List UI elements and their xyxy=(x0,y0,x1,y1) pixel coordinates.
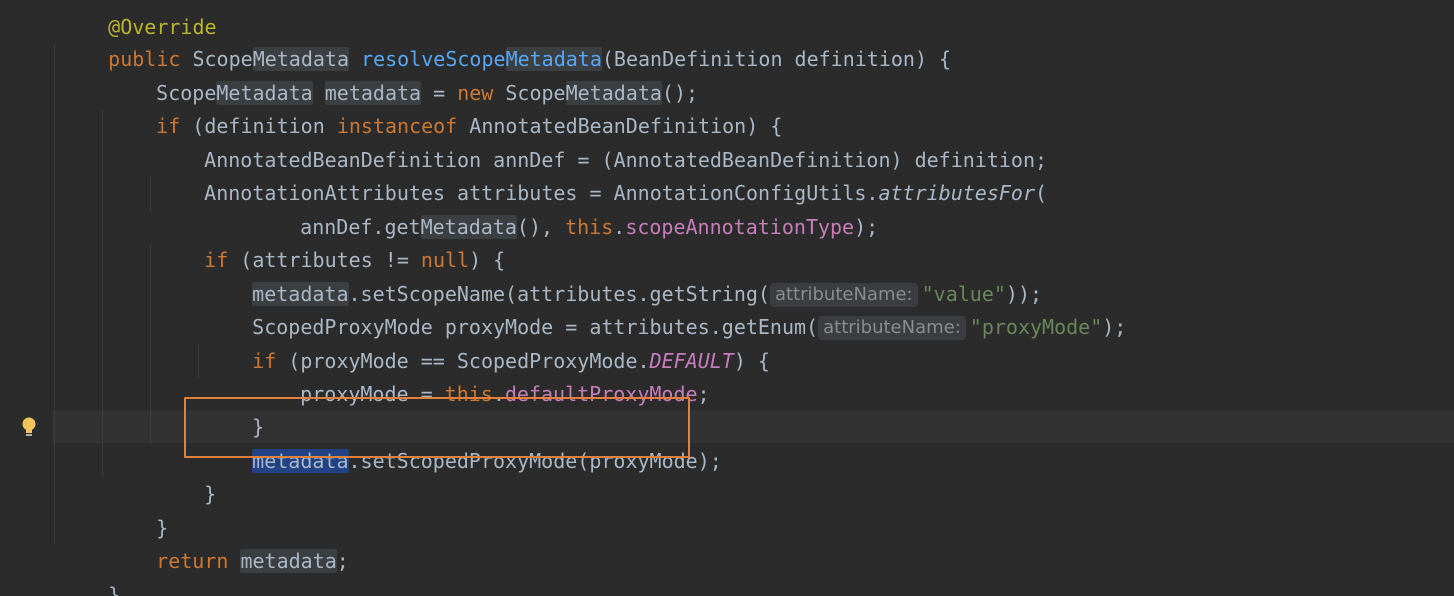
code-line-if-default: if (proxyMode == ScopedProxyMode.DEFAULT… xyxy=(204,312,770,373)
string-proxymode: "proxyMode" xyxy=(969,315,1103,339)
indent-guide xyxy=(150,244,151,444)
if-condition-end: ) { xyxy=(733,349,770,373)
code-line-method-signature: public ScopeMetadata resolveScopeMetadat… xyxy=(60,10,951,71)
code-line-return: return metadata; xyxy=(108,512,349,573)
dot: . xyxy=(613,215,626,239)
indent-guide xyxy=(150,176,151,212)
code-line-if-not-null: if (attributes != null) { xyxy=(156,211,505,272)
code-line-setscopename: metadata.setScopeName(attributes.getStri… xyxy=(204,245,1042,307)
semicolon: ; xyxy=(697,382,710,406)
parameter-hint: attributeName: xyxy=(818,316,966,340)
lightbulb-icon[interactable] xyxy=(20,416,38,438)
code-line-anndef: AnnotatedBeanDefinition annDef = (Annota… xyxy=(156,111,1047,172)
indent-guide xyxy=(102,110,103,478)
call-open: ( xyxy=(1035,181,1048,205)
variable-metadata: metadata xyxy=(240,549,337,573)
call-close: ); xyxy=(1102,315,1127,339)
code-line-if-instanceof: if (definition instanceof AnnotatedBeanD… xyxy=(108,77,782,138)
field-scopeannotationtype: scopeAnnotationType xyxy=(625,215,855,239)
close-brace: } xyxy=(204,482,217,506)
code-line-method-close: } xyxy=(60,546,120,596)
highlight-annotation-box xyxy=(184,397,690,458)
code-line-attributes: AnnotationAttributes attributes = Annota… xyxy=(156,144,1047,205)
semicolon: ; xyxy=(336,549,349,573)
getmetadata-call-c: (), xyxy=(516,215,566,239)
code-line-declare-metadata: ScopeMetadata metadata = new ScopeMetada… xyxy=(108,44,698,105)
keyword-return: return xyxy=(156,549,229,573)
close-brace: } xyxy=(108,583,121,596)
keyword-this: this xyxy=(565,215,614,239)
code-line-assign-default: proxyMode = this.defaultProxyMode; xyxy=(252,345,709,406)
code-line-proxymode: ScopedProxyMode proxyMode = attributes.g… xyxy=(204,278,1126,340)
call-close: ); xyxy=(854,215,879,239)
code-line-attributes-args: annDef.getMetadata(), this.scopeAnnotati… xyxy=(252,178,878,239)
static-call-attributesfor: attributesFor xyxy=(878,181,1036,205)
indent-guide xyxy=(198,344,199,378)
code-line-close-brace: } xyxy=(108,479,168,540)
code-editor[interactable]: @Override public ScopeMetadata resolveSc… xyxy=(0,0,1454,596)
indent-guide xyxy=(54,44,55,544)
